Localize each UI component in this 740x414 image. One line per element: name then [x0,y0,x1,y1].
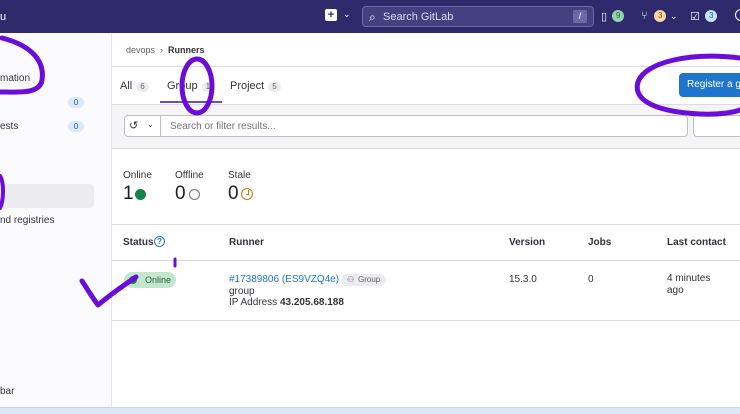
runner-link[interactable]: #17389806 (ES9VZQ4e) [229,274,339,285]
sidebar-item-count: 0 [68,97,84,108]
filter-search-input[interactable]: Search or filter results... [160,115,688,137]
divider [112,260,740,261]
ip-value: 43.205.68.188 [279,297,344,308]
group-icon: ⚇ [347,275,355,284]
runner-type-label: Group [358,275,381,284]
sidebar-item-registries[interactable]: nd registries [0,215,54,226]
search-placeholder: Search GitLab [383,11,454,23]
stat-online-label: Online [123,170,152,181]
history-icon: ↺ [129,120,139,132]
column-header-runner: Runner [229,237,264,248]
help-icon[interactable]: ? [154,236,165,247]
breadcrumb-current[interactable]: Runners [168,45,205,55]
register-runner-button[interactable]: Register a g [679,73,740,97]
search-icon: ⌕ [369,10,376,24]
runner-description: group [229,286,255,297]
sort-dropdown[interactable] [693,115,740,137]
filter-placeholder: Search or filter results... [170,121,276,132]
active-tab-indicator [160,101,222,103]
search-bar[interactable]: ⌕ Search GitLab / [362,6,594,27]
online-status-icon [135,189,146,200]
tab-all[interactable]: All 6 [120,80,149,92]
tab-project[interactable]: Project 5 [230,80,281,92]
tab-count-badge: 5 [268,82,281,92]
breadcrumb-separator-icon: › [160,45,164,55]
top-navigation-bar: u + ⌄ ⌕ Search GitLab / ▯ 9 ⑂ 3 ⌄ ☑ 3 [0,0,740,33]
sidebar-item-active[interactable] [0,184,94,208]
stale-status-icon [241,188,253,200]
stat-stale-label: Stale [228,170,251,181]
sidebar-collapse[interactable]: bar [0,386,14,397]
merge-request-icon[interactable]: ⑂ [641,10,648,22]
breadcrumb: devops › Runners [126,45,205,55]
column-header-status: Status [123,237,154,248]
divider [112,66,740,67]
divider [112,224,740,225]
merge-requests-count-badge[interactable]: 3 [654,10,667,22]
status-badge-label: Online [145,275,172,285]
offline-status-icon [189,189,200,200]
todo-icon[interactable]: ☑ [690,10,700,23]
tab-label: Project [230,80,265,92]
runner-last-contact: 4 minutes ago [667,273,711,296]
tab-label: Group [167,80,198,92]
tab-label: All [120,80,133,92]
column-header-jobs: Jobs [588,237,612,248]
topbar-brand-text: u [0,11,7,23]
stat-offline-value: 0 [175,183,186,204]
sidebar: mation 0 ests 0 nd registries bar [0,33,112,407]
chevron-down-icon[interactable]: ⌄ [670,11,678,22]
stat-offline-label: Offline [175,170,204,181]
stat-online-value: 1 [123,183,134,204]
recent-searches-button[interactable]: ↺ ⌄ [124,115,161,137]
todos-count-badge[interactable]: 3 [705,10,718,22]
bottom-status-strip [0,407,740,414]
divider [112,320,740,321]
ip-label: IP Address [229,297,278,308]
runner-version: 15.3.0 [509,274,537,285]
column-header-version: Version [509,237,546,248]
tab-group[interactable]: Group 1 [167,80,215,92]
sidebar-item-automation[interactable]: mation [0,73,30,84]
sidebar-item-count: 0 [68,121,84,132]
tab-count-badge: 1 [201,82,215,92]
search-shortcut-hint: / [573,10,587,23]
online-dot-icon [129,276,137,284]
tab-count-badge: 6 [136,82,149,92]
runner-ip-address: IP Address 43.205.68.188 [229,297,344,308]
runner-jobs-count: 0 [588,274,594,285]
stat-stale-value: 0 [228,183,239,204]
runner-type-badge: ⚇ Group [341,274,387,286]
chevron-down-icon: ⌄ [147,120,154,129]
issues-icon[interactable]: ▯ [601,10,607,23]
column-header-last-contact: Last contact [667,237,726,248]
create-new-icon[interactable]: + [325,9,337,21]
help-icon[interactable] [735,9,740,21]
chevron-down-icon[interactable]: ⌄ [343,9,351,20]
status-badge: Online [124,272,176,288]
breadcrumb-parent[interactable]: devops [126,45,155,55]
issues-count-badge[interactable]: 9 [612,10,625,22]
sidebar-item-requests[interactable]: ests [0,121,18,132]
